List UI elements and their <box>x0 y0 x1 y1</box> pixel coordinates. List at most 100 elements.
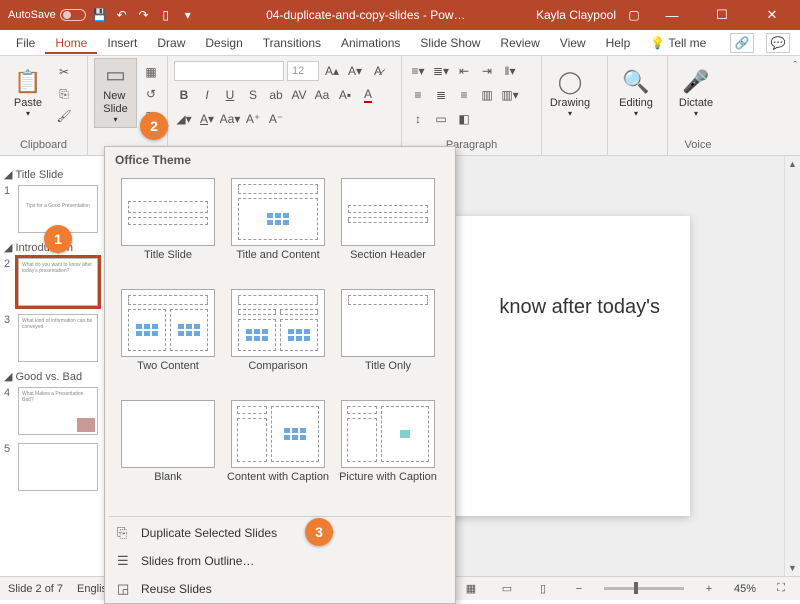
zoom-out-button[interactable]: − <box>568 580 590 598</box>
dictate-button[interactable]: 🎤Dictate▾ <box>674 58 718 128</box>
layout-two-content[interactable]: Two Content <box>113 284 223 391</box>
tab-help[interactable]: Help <box>596 32 641 54</box>
section-title-slide[interactable]: ◢ Title Slide <box>4 168 111 181</box>
start-from-beginning-icon[interactable]: ▯ <box>158 7 174 23</box>
tell-me[interactable]: 💡 Tell me <box>640 32 716 54</box>
underline-button[interactable]: U <box>220 85 240 105</box>
sorter-view-icon[interactable]: ▦ <box>460 580 482 598</box>
align-text-icon[interactable]: ▭ <box>431 109 451 129</box>
redo-icon[interactable]: ↷ <box>136 7 152 23</box>
bold-button[interactable]: B <box>174 85 194 105</box>
font-size-select[interactable]: 12 <box>287 61 319 81</box>
undo-icon[interactable]: ↶ <box>114 7 130 23</box>
highlight-more[interactable]: A▾ <box>197 109 217 129</box>
user-name[interactable]: Kayla Claypool <box>536 8 616 22</box>
line-spacing-icon[interactable]: ‖▾ <box>500 61 520 81</box>
close-button[interactable]: ✕ <box>752 0 792 30</box>
cut-icon[interactable]: ✂ <box>54 62 74 82</box>
subscript[interactable]: A⁻ <box>266 109 286 129</box>
section-good-bad[interactable]: ◢ Good vs. Bad <box>4 370 111 383</box>
font-color-button[interactable]: A <box>358 85 378 105</box>
align-center-icon[interactable]: ≣ <box>431 85 451 105</box>
thumbnail-2[interactable]: What do you want to know after today's p… <box>18 258 98 306</box>
scroll-up-icon[interactable]: ▲ <box>788 159 797 169</box>
tab-slideshow[interactable]: Slide Show <box>410 32 490 54</box>
thumbnail-5[interactable] <box>18 443 98 491</box>
slides-from-outline-item[interactable]: ☰Slides from Outline… <box>105 547 455 575</box>
tab-design[interactable]: Design <box>195 32 252 54</box>
qat-more-icon[interactable]: ▾ <box>180 7 196 23</box>
clear-format-icon[interactable]: A̷ <box>368 61 388 81</box>
tab-draw[interactable]: Draw <box>147 32 195 54</box>
tab-view[interactable]: View <box>550 32 596 54</box>
increase-font-icon[interactable]: A▴ <box>322 61 342 81</box>
case-button[interactable]: Aa <box>312 85 332 105</box>
tab-home[interactable]: Home <box>45 32 97 54</box>
zoom-in-button[interactable]: + <box>698 580 720 598</box>
copy-icon[interactable]: ⎘ <box>54 84 74 104</box>
layout-comparison[interactable]: Comparison <box>223 284 333 391</box>
thumbnail-4[interactable]: What Makes a Presentation Bad? <box>18 387 98 435</box>
superscript[interactable]: A⁺ <box>243 109 263 129</box>
bullets-icon[interactable]: ≡▾ <box>408 61 428 81</box>
decrease-font-icon[interactable]: A▾ <box>345 61 365 81</box>
layout-section-header[interactable]: Section Header <box>333 173 443 280</box>
collapse-ribbon-icon[interactable]: ˆ <box>793 60 797 72</box>
ribbon-options-icon[interactable]: ▢ <box>626 7 642 23</box>
zoom-slider[interactable] <box>604 587 684 590</box>
autosave-toggle[interactable]: AutoSave <box>8 9 86 21</box>
fit-window-icon[interactable]: ⛶ <box>770 580 792 598</box>
duplicate-slides-item[interactable]: ⎘ Duplicate Selected Slides 3 <box>105 519 455 547</box>
layout-icon[interactable]: ▦ <box>141 62 161 82</box>
save-icon[interactable]: 💾 <box>92 7 108 23</box>
columns-icon[interactable]: ▥▾ <box>500 85 520 105</box>
zoom-level[interactable]: 45% <box>734 583 756 595</box>
maximize-button[interactable]: ☐ <box>702 0 742 30</box>
justify-icon[interactable]: ▥ <box>477 85 497 105</box>
reset-icon[interactable]: ↺ <box>141 84 161 104</box>
slide-counter[interactable]: Slide 2 of 7 <box>8 583 63 595</box>
tab-insert[interactable]: Insert <box>97 32 147 54</box>
layout-title-content[interactable]: Title and Content <box>223 173 333 280</box>
indent-dec-icon[interactable]: ⇤ <box>454 61 474 81</box>
layout-picture-caption[interactable]: Picture with Caption <box>333 395 443 502</box>
tab-file[interactable]: File <box>6 32 45 54</box>
spacing-button[interactable]: AV <box>289 85 309 105</box>
slide-thumbnails-pane[interactable]: ◢ Title Slide 1Tips for a Good Presentat… <box>0 156 116 576</box>
thumbnail-3[interactable]: What kind of information can be conveyed <box>18 314 98 362</box>
italic-button[interactable]: I <box>197 85 217 105</box>
new-slide-button[interactable]: ▭ New Slide▾ <box>94 58 137 128</box>
vertical-scrollbar[interactable]: ▲ ▼ <box>784 156 800 576</box>
scroll-down-icon[interactable]: ▼ <box>788 563 797 573</box>
reading-view-icon[interactable]: ▭ <box>496 580 518 598</box>
paste-button[interactable]: 📋 Paste▾ <box>6 58 50 128</box>
share-button[interactable]: 🔗 <box>730 33 754 53</box>
align-left-icon[interactable]: ≡ <box>408 85 428 105</box>
text-direction-icon[interactable]: ↕ <box>408 109 428 129</box>
strike-button[interactable]: S <box>243 85 263 105</box>
tab-review[interactable]: Review <box>490 32 549 54</box>
layout-title-only[interactable]: Title Only <box>333 284 443 391</box>
drawing-button[interactable]: ◯Drawing▾ <box>548 58 592 128</box>
tab-transitions[interactable]: Transitions <box>253 32 331 54</box>
font-color-more[interactable]: ◢▾ <box>174 109 194 129</box>
minimize-button[interactable]: — <box>652 0 692 30</box>
font-face-select[interactable] <box>174 61 284 81</box>
reuse-slides-item[interactable]: ◲Reuse Slides <box>105 575 455 603</box>
numbering-icon[interactable]: ≣▾ <box>431 61 451 81</box>
change-case[interactable]: Aa▾ <box>220 109 240 129</box>
layout-content-caption[interactable]: Content with Caption <box>223 395 333 502</box>
slideshow-view-icon[interactable]: ▯ <box>532 580 554 598</box>
align-right-icon[interactable]: ≡ <box>454 85 474 105</box>
shadow-button[interactable]: ab <box>266 85 286 105</box>
layout-title-slide[interactable]: Title Slide <box>113 173 223 280</box>
section-introduction[interactable]: ◢ Introduction 1 <box>4 241 111 254</box>
format-painter-icon[interactable]: 🖌 <box>54 106 74 126</box>
tab-animations[interactable]: Animations <box>331 32 410 54</box>
highlight-button[interactable]: A▪ <box>335 85 355 105</box>
layout-blank[interactable]: Blank <box>113 395 223 502</box>
comments-button[interactable]: 💬 <box>766 33 790 53</box>
editing-button[interactable]: 🔍Editing▾ <box>614 58 658 128</box>
smartart-icon[interactable]: ◧ <box>454 109 474 129</box>
indent-inc-icon[interactable]: ⇥ <box>477 61 497 81</box>
